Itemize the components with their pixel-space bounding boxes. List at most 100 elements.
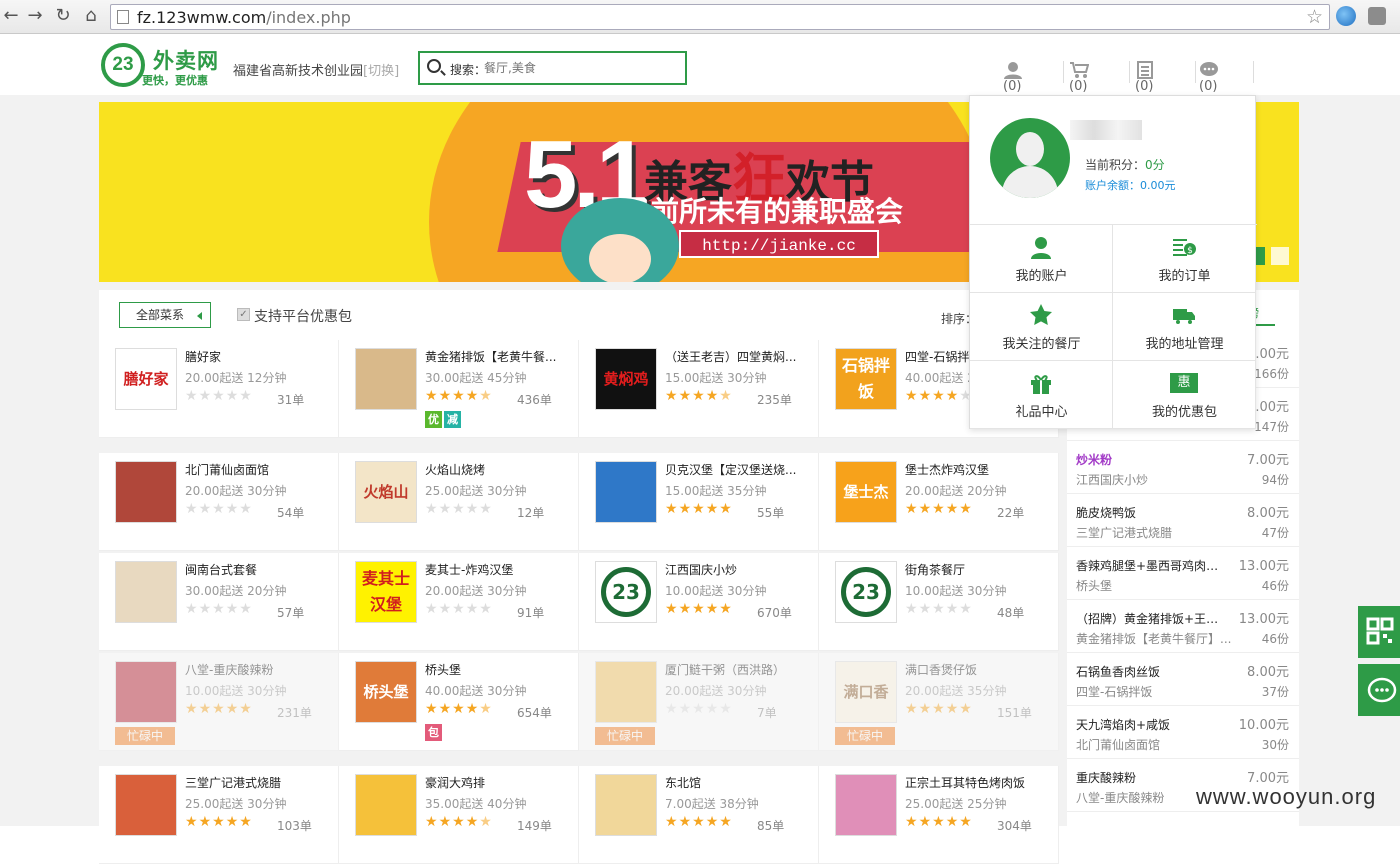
dish-name[interactable]: 脆皮烧鸭饭 — [1076, 504, 1226, 521]
dish-restaurant[interactable]: 江西国庆小炒 — [1076, 471, 1236, 488]
search-box[interactable]: 搜索： — [418, 51, 687, 85]
dish-restaurant[interactable]: 黄金猪排饭【老黄牛餐厅】... — [1076, 630, 1236, 647]
menu-followed-restaurants[interactable]: 我关注的餐厅 — [970, 293, 1113, 361]
restaurant-card[interactable]: 贝克汉堡【定汉堡送烧... 15.00起送 35分钟 ★★★★★ 55单 — [579, 453, 819, 551]
restaurant-thumbnail[interactable]: 黄焖鸡 — [595, 348, 657, 410]
menu-extension-icon[interactable] — [1368, 7, 1386, 25]
restaurant-name[interactable]: 江西国庆小炒 — [665, 561, 811, 578]
dish-name[interactable]: 香辣鸡腿堡+墨西哥鸡肉卷+... — [1076, 557, 1226, 574]
orders-counter[interactable]: (0) — [1135, 61, 1161, 94]
account-balance[interactable]: 账户余额：0.00元 — [1085, 177, 1176, 193]
bookmark-star-icon[interactable]: ☆ — [1306, 6, 1323, 28]
user-counter[interactable]: (0) — [1003, 61, 1029, 94]
restaurant-name[interactable]: 麦其士-炸鸡汉堡 — [425, 561, 571, 578]
dish-name[interactable]: 天九湾焰肉+咸饭 — [1076, 716, 1226, 733]
restaurant-name[interactable]: 街角茶餐厅 — [905, 561, 1051, 578]
restaurant-thumbnail[interactable] — [355, 348, 417, 410]
restaurant-thumbnail[interactable]: 火焰山 — [355, 461, 417, 523]
restaurant-name[interactable]: 桥头堡 — [425, 661, 571, 678]
restaurant-thumbnail[interactable]: 麦其士汉堡 — [355, 561, 417, 623]
restaurant-name[interactable]: 八堂-重庆酸辣粉 — [185, 661, 331, 678]
restaurant-card[interactable]: 厦门鲢干粥（西洪路） 20.00起送 30分钟 ★★★★★ 7单 忙碌中 — [579, 653, 819, 751]
restaurant-name[interactable]: 正宗土耳其特色烤肉饭 — [905, 774, 1051, 791]
restaurant-thumbnail[interactable]: 满口香 — [835, 661, 897, 723]
globe-extension-icon[interactable] — [1336, 6, 1356, 26]
dish-restaurant[interactable]: 桥头堡 — [1076, 577, 1236, 594]
hot-dish-item[interactable]: 天九湾焰肉+咸饭 北门莆仙卤面馆 10.00元 30份 — [1067, 706, 1299, 759]
dish-name[interactable]: 炒米粉 — [1076, 451, 1226, 468]
restaurant-name[interactable]: （送王老吉）四堂黄焖... — [665, 348, 811, 365]
restaurant-card[interactable]: 北门莆仙卤面馆 20.00起送 30分钟 ★★★★★ 54单 — [99, 453, 339, 551]
restaurant-card[interactable]: 三堂广记港式烧腊 25.00起送 30分钟 ★★★★★ 103单 — [99, 766, 339, 864]
restaurant-card[interactable]: 闽南台式套餐 30.00起送 20分钟 ★★★★★ 57单 — [99, 553, 339, 651]
restaurant-name[interactable]: 豪润大鸡排 — [425, 774, 571, 791]
hot-dish-item[interactable]: 炒米粉 江西国庆小炒 7.00元 94份 — [1067, 441, 1299, 494]
restaurant-card[interactable]: 正宗土耳其特色烤肉饭 25.00起送 25分钟 ★★★★★ 304单 — [819, 766, 1059, 864]
restaurant-thumbnail[interactable]: 23 — [835, 561, 897, 623]
logo-icon[interactable]: 23 — [101, 43, 145, 87]
hot-dish-item[interactable]: （招牌）黄金猪排饭+王老... 黄金猪排饭【老黄牛餐厅】... 13.00元 46份 — [1067, 600, 1299, 653]
back-icon[interactable]: ← — [0, 5, 22, 27]
restaurant-name[interactable]: 贝克汉堡【定汉堡送烧... — [665, 461, 811, 478]
dish-restaurant[interactable]: 北门莆仙卤面馆 — [1076, 736, 1236, 753]
banner-dot[interactable] — [1271, 247, 1289, 265]
restaurant-card[interactable]: 火焰山 火焰山烧烤 25.00起送 30分钟 ★★★★★ 12单 — [339, 453, 579, 551]
address-bar[interactable]: fz.123wmw.com/index.php ☆ — [110, 4, 1330, 30]
restaurant-card[interactable]: 黄金猪排饭【老黄牛餐... 30.00起送 45分钟 ★★★★★ 436单优减 — [339, 340, 579, 438]
restaurant-thumbnail[interactable] — [115, 774, 177, 836]
restaurant-thumbnail[interactable] — [835, 774, 897, 836]
coupon-checkbox-label[interactable]: 支持平台优惠包 — [254, 306, 352, 326]
dish-restaurant[interactable]: 三堂广记港式烧腊 — [1076, 524, 1236, 541]
online-chat-button[interactable] — [1358, 664, 1400, 716]
home-icon[interactable]: ⌂ — [80, 5, 102, 27]
restaurant-thumbnail[interactable]: 23 — [595, 561, 657, 623]
restaurant-name[interactable]: 黄金猪排饭【老黄牛餐... — [425, 348, 571, 365]
restaurant-card[interactable]: 东北馆 7.00起送 38分钟 ★★★★★ 85单 — [579, 766, 819, 864]
cart-counter[interactable]: (0) — [1069, 61, 1095, 94]
qr-code-button[interactable] — [1358, 606, 1400, 658]
hot-dish-item[interactable]: 脆皮烧鸭饭 三堂广记港式烧腊 8.00元 47份 — [1067, 494, 1299, 547]
restaurant-card[interactable]: 满口香 满口香煲仔饭 20.00起送 35分钟 ★★★★★ 151单 忙碌中 — [819, 653, 1059, 751]
dish-name[interactable]: （招牌）黄金猪排饭+王老... — [1076, 610, 1226, 627]
messages-counter[interactable]: (0) — [1199, 61, 1225, 94]
search-input[interactable] — [484, 59, 674, 77]
menu-my-orders[interactable]: $ 我的订单 — [1113, 225, 1256, 293]
restaurant-card[interactable]: 堡士杰 堡士杰炸鸡汉堡 20.00起送 20分钟 ★★★★★ 22单 — [819, 453, 1059, 551]
restaurant-name[interactable]: 北门莆仙卤面馆 — [185, 461, 331, 478]
hot-dish-item[interactable]: 香辣鸡腿堡+墨西哥鸡肉卷+... 桥头堡 13.00元 46份 — [1067, 547, 1299, 600]
menu-my-account[interactable]: 我的账户 — [970, 225, 1113, 293]
logo-name[interactable]: 外卖网 — [153, 45, 219, 75]
restaurant-card[interactable]: 八堂-重庆酸辣粉 10.00起送 30分钟 ★★★★★ 231单 忙碌中 — [99, 653, 339, 751]
restaurant-card[interactable]: 麦其士汉堡 麦其士-炸鸡汉堡 20.00起送 30分钟 ★★★★★ 91单 — [339, 553, 579, 651]
restaurant-name[interactable]: 膳好家 — [185, 348, 331, 365]
switch-location-link[interactable]: [切换] — [363, 64, 399, 79]
dish-restaurant[interactable]: 四堂-石锅拌饭 — [1076, 683, 1236, 700]
restaurant-thumbnail[interactable] — [355, 774, 417, 836]
menu-address-management[interactable]: 我的地址管理 — [1113, 293, 1256, 361]
restaurant-thumbnail[interactable] — [115, 561, 177, 623]
restaurant-card[interactable]: 桥头堡 桥头堡 40.00起送 30分钟 ★★★★★ 654单包 — [339, 653, 579, 751]
restaurant-thumbnail[interactable]: 膳好家 — [115, 348, 177, 410]
cuisine-dropdown[interactable]: 全部菜系 — [119, 302, 211, 328]
restaurant-card[interactable]: 膳好家 膳好家 20.00起送 12分钟 ★★★★★ 31单 — [99, 340, 339, 438]
reload-icon[interactable]: ↻ — [52, 5, 74, 27]
dish-name[interactable]: 石锅鱼香肉丝饭 — [1076, 663, 1226, 680]
restaurant-name[interactable]: 堡士杰炸鸡汉堡 — [905, 461, 1051, 478]
restaurant-thumbnail[interactable] — [115, 461, 177, 523]
restaurant-name[interactable]: 火焰山烧烤 — [425, 461, 571, 478]
restaurant-name[interactable]: 东北馆 — [665, 774, 811, 791]
coupon-checkbox[interactable]: ✓ — [237, 308, 250, 321]
restaurant-thumbnail[interactable]: 石锅拌饭 — [835, 348, 897, 410]
restaurant-thumbnail[interactable]: 桥头堡 — [355, 661, 417, 723]
menu-gift-center[interactable]: 礼品中心 — [970, 361, 1113, 429]
restaurant-thumbnail[interactable] — [115, 661, 177, 723]
forward-icon[interactable]: → — [24, 5, 46, 27]
restaurant-name[interactable]: 满口香煲仔饭 — [905, 661, 1051, 678]
restaurant-thumbnail[interactable] — [595, 661, 657, 723]
hot-dish-item[interactable]: 石锅鱼香肉丝饭 四堂-石锅拌饭 8.00元 37份 — [1067, 653, 1299, 706]
restaurant-card[interactable]: 黄焖鸡 （送王老吉）四堂黄焖... 15.00起送 30分钟 ★★★★★ 235单 — [579, 340, 819, 438]
restaurant-thumbnail[interactable]: 堡士杰 — [835, 461, 897, 523]
restaurant-name[interactable]: 厦门鲢干粥（西洪路） — [665, 661, 811, 678]
search-icon[interactable] — [427, 59, 441, 73]
restaurant-thumbnail[interactable] — [595, 774, 657, 836]
